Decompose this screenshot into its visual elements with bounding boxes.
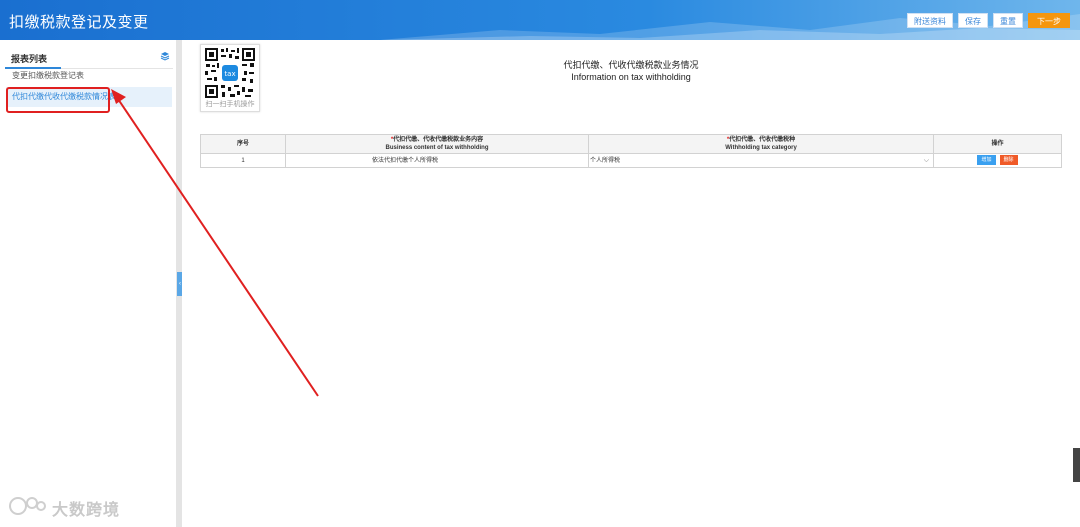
- save-button[interactable]: 保存: [958, 13, 988, 28]
- tax-category-value: 个人所得税: [590, 157, 621, 164]
- highlight-box: [6, 87, 110, 113]
- header-seq: 序号: [200, 134, 286, 154]
- side-panel-tab[interactable]: [1073, 448, 1080, 482]
- watermark-logo-icon: [9, 497, 46, 515]
- qr-code-card: tax 扫一扫手机操作: [200, 44, 260, 112]
- svg-text:tax: tax: [224, 70, 235, 78]
- sidebar-item-change-registration[interactable]: 变更扣缴税款登记表: [6, 66, 172, 86]
- header-business-content: *代扣代缴、代收代缴税款业务内容 Business content of tax…: [285, 134, 589, 154]
- main-panel: [182, 40, 1080, 527]
- chevron-down-icon: ⌵: [923, 156, 929, 164]
- table-header-row: 序号 *代扣代缴、代收代缴税款业务内容 Business content of …: [200, 134, 1062, 154]
- add-row-button[interactable]: 增加: [977, 154, 996, 165]
- table-row: 1 依法代扣代缴个人所得税 个人所得税 ⌵ 增加 删除: [200, 153, 1062, 168]
- sidebar: 报表列表 变更扣缴税款登记表 代扣代缴代收代缴税款情况表: [0, 40, 177, 527]
- qr-caption: 扫一扫手机操作: [205, 101, 255, 108]
- reset-button[interactable]: 重置: [993, 13, 1023, 28]
- withholding-table: 序号 *代扣代缴、代收代缴税款业务内容 Business content of …: [200, 134, 1062, 168]
- qr-code-icon: tax: [204, 47, 256, 99]
- header-category-cn: 代扣代缴、代收代缴税种: [729, 137, 796, 143]
- watermark: 大数跨境: [8, 494, 119, 519]
- header-content-cn: 代扣代缴、代收代缴税款业务内容: [393, 137, 484, 143]
- cell-seq: 1: [200, 153, 286, 168]
- header-category-en: Withholding tax category: [725, 145, 797, 151]
- next-step-button[interactable]: 下一步: [1028, 13, 1070, 28]
- watermark-text: 大数跨境: [52, 502, 121, 519]
- header-operations: 操作: [933, 134, 1062, 154]
- page-subtitle: Information on tax withholding: [571, 72, 691, 82]
- header-content-en: Business content of tax withholding: [385, 145, 489, 151]
- app-title: 扣缴税款登记及变更: [9, 14, 149, 31]
- tax-category-select[interactable]: 个人所得税 ⌵: [588, 153, 934, 168]
- cell-business-content[interactable]: 依法代扣代缴个人所得税: [285, 153, 589, 168]
- cell-operations: 增加 删除: [933, 153, 1062, 168]
- header-tax-category: *代扣代缴、代收代缴税种 Withholding tax category: [588, 134, 934, 154]
- layers-icon[interactable]: [160, 51, 170, 61]
- delete-row-button[interactable]: 删除: [999, 154, 1018, 165]
- page-title: 代扣代缴、代收代缴税款业务情况: [563, 60, 699, 70]
- attachment-button[interactable]: 附送资料: [907, 13, 953, 28]
- sidebar-title: 报表列表: [11, 54, 48, 64]
